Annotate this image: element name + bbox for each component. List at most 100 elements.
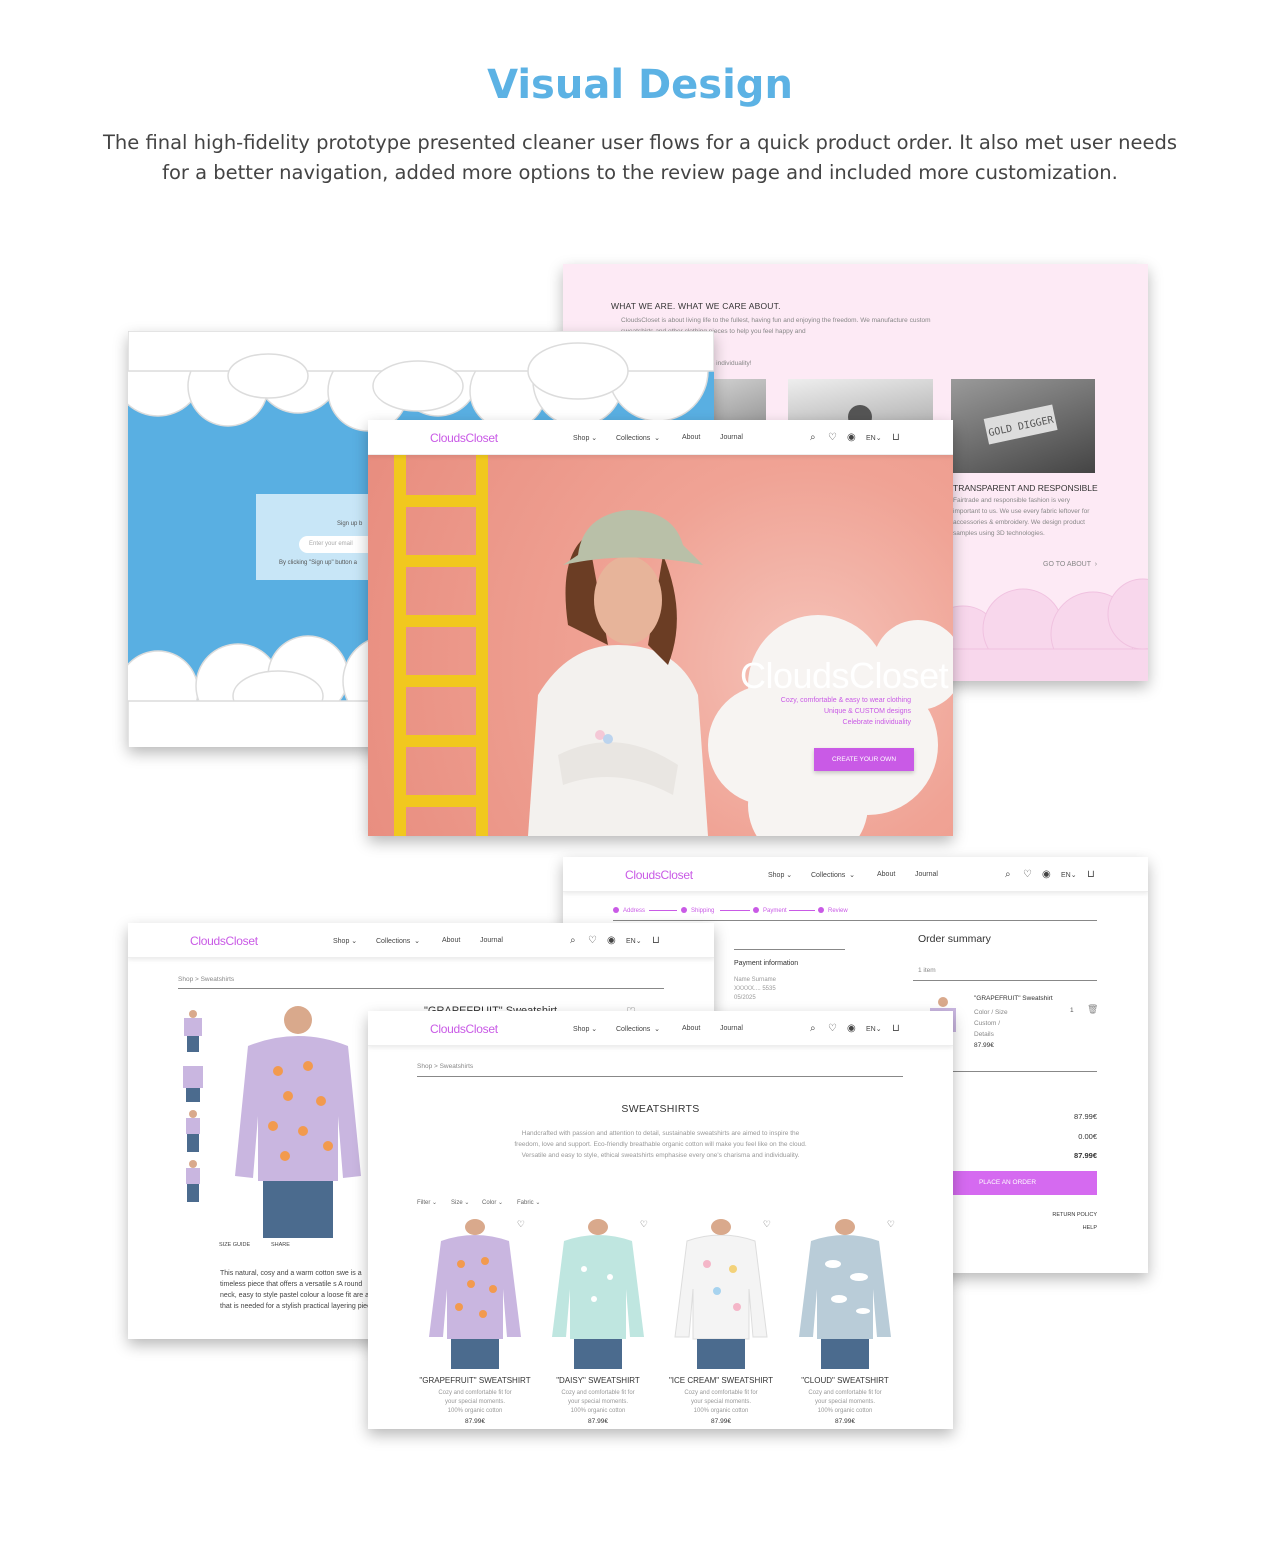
color-dropdown[interactable]: Color ⌄: [482, 1199, 503, 1206]
site-logo[interactable]: CloudsCloset: [625, 868, 693, 882]
thumbnail-1[interactable]: [178, 1008, 208, 1053]
nav-journal[interactable]: Journal: [720, 434, 743, 441]
step-address[interactable]: Address: [613, 907, 645, 914]
nav-collections[interactable]: Collections ⌄: [376, 937, 420, 945]
order-summary-title: Order summary: [918, 933, 991, 945]
product-card[interactable]: ♡ "ICE CREAM" SWEATSHIRT Cozy and comfor…: [661, 1219, 781, 1429]
nav-shop[interactable]: Shop ⌄: [333, 937, 357, 945]
product-card[interactable]: ♡ "GRAPEFRUIT" SWEATSHIRT Cozy and comfo…: [415, 1219, 535, 1429]
nav-about[interactable]: About: [442, 937, 460, 944]
nav-about[interactable]: About: [877, 871, 895, 878]
cart-icon[interactable]: ⊔: [1087, 869, 1095, 880]
breadcrumb[interactable]: Shop > Sweatshirts: [178, 976, 234, 983]
product-price: 87.99€: [835, 1418, 855, 1425]
search-icon[interactable]: ⌕: [810, 1023, 816, 1034]
search-icon[interactable]: ⌕: [1005, 869, 1011, 880]
payment-info-title: Payment information: [734, 960, 799, 967]
language-select[interactable]: EN⌄: [1061, 871, 1077, 879]
order-item-price: 87.99€: [974, 1042, 994, 1049]
nav-collections[interactable]: Collections ⌄: [616, 1025, 660, 1033]
heart-icon[interactable]: ♡: [828, 1023, 837, 1034]
product-card[interactable]: ♡ "DAISY" SWEATSHIRT Cozy and comfortabl…: [538, 1219, 658, 1429]
product-image: [429, 1219, 521, 1369]
model-photo: [528, 510, 708, 836]
step-shipping[interactable]: Shipping: [681, 907, 714, 914]
site-header: CloudsCloset Shop ⌄ Collections ⌄ About …: [563, 857, 1148, 892]
filter-dropdown[interactable]: Filter ⌄: [417, 1199, 437, 1206]
site-header: CloudsCloset Shop ⌄ Collections ⌄ About …: [368, 1011, 953, 1046]
go-to-about-link[interactable]: GO TO ABOUT ›: [1043, 561, 1097, 568]
heart-icon[interactable]: ♡: [1023, 869, 1032, 880]
product-image: [552, 1219, 644, 1369]
return-policy-link[interactable]: RETURN POLICY: [1052, 1212, 1097, 1218]
product-description: This natural, cosy and a warm cotton swe…: [220, 1270, 377, 1310]
nav-shop[interactable]: Shop ⌄: [768, 871, 792, 879]
size-guide-link[interactable]: SIZE GUIDE: [219, 1242, 250, 1248]
order-item-qty[interactable]: 1: [1070, 1007, 1074, 1014]
product-name: "GRAPEFRUIT" SWEATSHIRT: [419, 1376, 531, 1385]
subtotal-value: 87.99€: [1074, 1112, 1097, 1121]
account-icon[interactable]: ◉: [1042, 869, 1051, 880]
product-listing-mockup: CloudsCloset Shop ⌄ Collections ⌄ About …: [368, 1011, 953, 1429]
account-icon[interactable]: ◉: [607, 935, 616, 946]
shipping-value: 0.00€: [1078, 1132, 1097, 1141]
product-image: [799, 1219, 891, 1369]
nav-journal[interactable]: Journal: [480, 937, 503, 944]
product-desc: Cozy and comfortable fit for your special…: [438, 1390, 512, 1414]
nav-shop[interactable]: Shop ⌄: [573, 1025, 597, 1033]
product-name: "ICE CREAM" SWEATSHIRT: [668, 1376, 774, 1385]
thumbnail-3[interactable]: [178, 1108, 208, 1153]
cart-icon[interactable]: ⊔: [892, 432, 900, 443]
step-review[interactable]: Review: [818, 907, 848, 914]
site-logo[interactable]: CloudsCloset: [190, 934, 258, 948]
step-payment[interactable]: Payment: [753, 907, 787, 914]
fabric-dropdown[interactable]: Fabric ⌄: [517, 1199, 540, 1206]
product-image: [674, 1219, 768, 1369]
account-icon[interactable]: ◉: [847, 1023, 856, 1034]
sweatshirt-shape: [429, 1235, 521, 1339]
search-icon[interactable]: ⌕: [810, 432, 816, 443]
order-item-name: "GRAPEFRUIT" Sweatshirt: [974, 995, 1053, 1002]
trash-icon[interactable]: 🗑: [1087, 1004, 1098, 1015]
help-link[interactable]: HELP: [1083, 1225, 1097, 1231]
language-select[interactable]: EN⌄: [626, 937, 642, 945]
heart-icon[interactable]: ♡: [588, 935, 597, 946]
about-text-3: Fairtrade and responsible fashion is ver…: [953, 497, 1090, 537]
create-your-own-button[interactable]: CREATE YOUR OWN: [814, 748, 914, 771]
share-link[interactable]: SHARE: [271, 1242, 290, 1248]
language-select[interactable]: EN⌄: [866, 1025, 882, 1033]
nav-collections[interactable]: Collections ⌄: [616, 434, 660, 442]
language-select[interactable]: EN⌄: [866, 434, 882, 442]
cart-icon[interactable]: ⊔: [892, 1023, 900, 1034]
heart-icon[interactable]: ♡: [828, 432, 837, 443]
size-dropdown[interactable]: Size ⌄: [451, 1199, 469, 1206]
thumbnail-4[interactable]: [178, 1158, 208, 1203]
total-value: 87.99€: [1074, 1151, 1097, 1160]
signup-prompt: Sign up b: [337, 521, 363, 527]
breadcrumb[interactable]: Shop > Sweatshirts: [417, 1063, 473, 1070]
product-name: "CLOUD" SWEATSHIRT: [801, 1376, 889, 1385]
nav-journal[interactable]: Journal: [720, 1025, 743, 1032]
hero-brand: CloudsCloset: [740, 655, 949, 696]
section-intro: The final high-fidelity prototype presen…: [103, 131, 1177, 184]
product-name: "DAISY" SWEATSHIRT: [556, 1376, 640, 1385]
site-logo[interactable]: CloudsCloset: [430, 431, 498, 445]
nav-shop[interactable]: Shop ⌄: [573, 434, 597, 442]
nav-about[interactable]: About: [682, 434, 700, 441]
product-price: 87.99€: [588, 1418, 608, 1425]
product-card[interactable]: ♡ "CLOUD" SWEATSHIRT Cozy and comfortabl…: [785, 1219, 905, 1429]
item-count: 1 item: [918, 967, 936, 974]
product-price: 87.99€: [465, 1418, 485, 1425]
site-logo[interactable]: CloudsCloset: [430, 1022, 498, 1036]
nav-about[interactable]: About: [682, 1025, 700, 1032]
signup-terms: By clicking "Sign up" button a: [279, 560, 357, 566]
thumbnail-2[interactable]: [178, 1058, 208, 1103]
cart-icon[interactable]: ⊔: [652, 935, 660, 946]
account-icon[interactable]: ◉: [847, 432, 856, 443]
nav-journal[interactable]: Journal: [915, 871, 938, 878]
yellow-ladder: [394, 455, 488, 836]
nav-collections[interactable]: Collections ⌄: [811, 871, 855, 879]
search-icon[interactable]: ⌕: [570, 935, 576, 946]
site-header: CloudsCloset Shop ⌄ Collections ⌄ About …: [128, 923, 714, 958]
hero-tagline-3: Celebrate individuality: [842, 719, 911, 726]
